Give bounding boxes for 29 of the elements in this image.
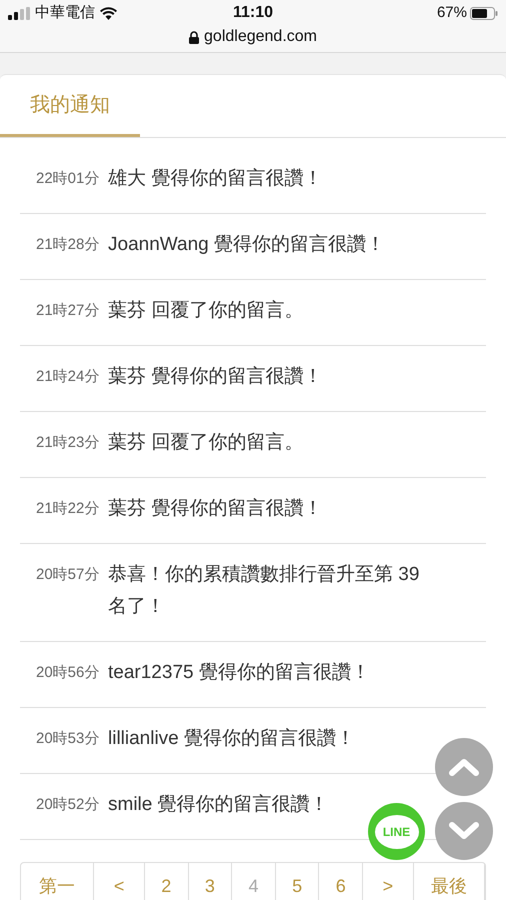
url-text[interactable]: goldlegend.com — [204, 25, 317, 49]
notification-time: 21時22分 — [35, 499, 100, 519]
notification-time: 21時27分 — [35, 301, 100, 321]
notification-time: 21時24分 — [35, 367, 100, 387]
notification-time: 22時01分 — [35, 169, 100, 189]
notification-message[interactable]: tear12375 覺得你的留言很讚！ — [108, 657, 438, 689]
chevron-down-icon — [449, 822, 479, 840]
carrier-name: 中華電信 — [35, 2, 95, 23]
notification-message[interactable]: lillianlive 覺得你的留言很讚！ — [108, 723, 438, 755]
chevron-up-icon — [449, 758, 479, 776]
notification-time: 21時23分 — [35, 433, 100, 453]
wifi-icon — [100, 6, 117, 20]
notification-message[interactable]: 葉芬 覺得你的留言很讚！ — [108, 493, 438, 525]
battery-percent: 67% — [436, 2, 467, 23]
notification-message[interactable]: 葉芬 覺得你的留言很讚！ — [108, 361, 438, 393]
notification-time: 20時56分 — [35, 663, 100, 683]
notification-message[interactable]: 恭喜！你的累積讚數排行晉升至第 39 名了！ — [108, 559, 438, 623]
notification-time: 20時57分 — [35, 565, 100, 585]
clock-time: 11:10 — [232, 3, 274, 23]
notification-message[interactable]: 葉芬 回覆了你的留言。 — [108, 427, 438, 459]
notification-message[interactable]: JoannWang 覺得你的留言很讚！ — [108, 229, 438, 261]
notification-message[interactable]: 雄大 覺得你的留言很讚！ — [108, 163, 438, 195]
signal-icon — [8, 6, 30, 20]
notification-time: 21時28分 — [35, 235, 100, 255]
notification-time: 20時52分 — [35, 795, 100, 815]
battery-icon — [470, 6, 498, 20]
lock-icon — [189, 30, 200, 44]
notification-message[interactable]: 葉芬 回覆了你的留言。 — [108, 295, 438, 327]
notification-time: 20時53分 — [35, 729, 100, 749]
